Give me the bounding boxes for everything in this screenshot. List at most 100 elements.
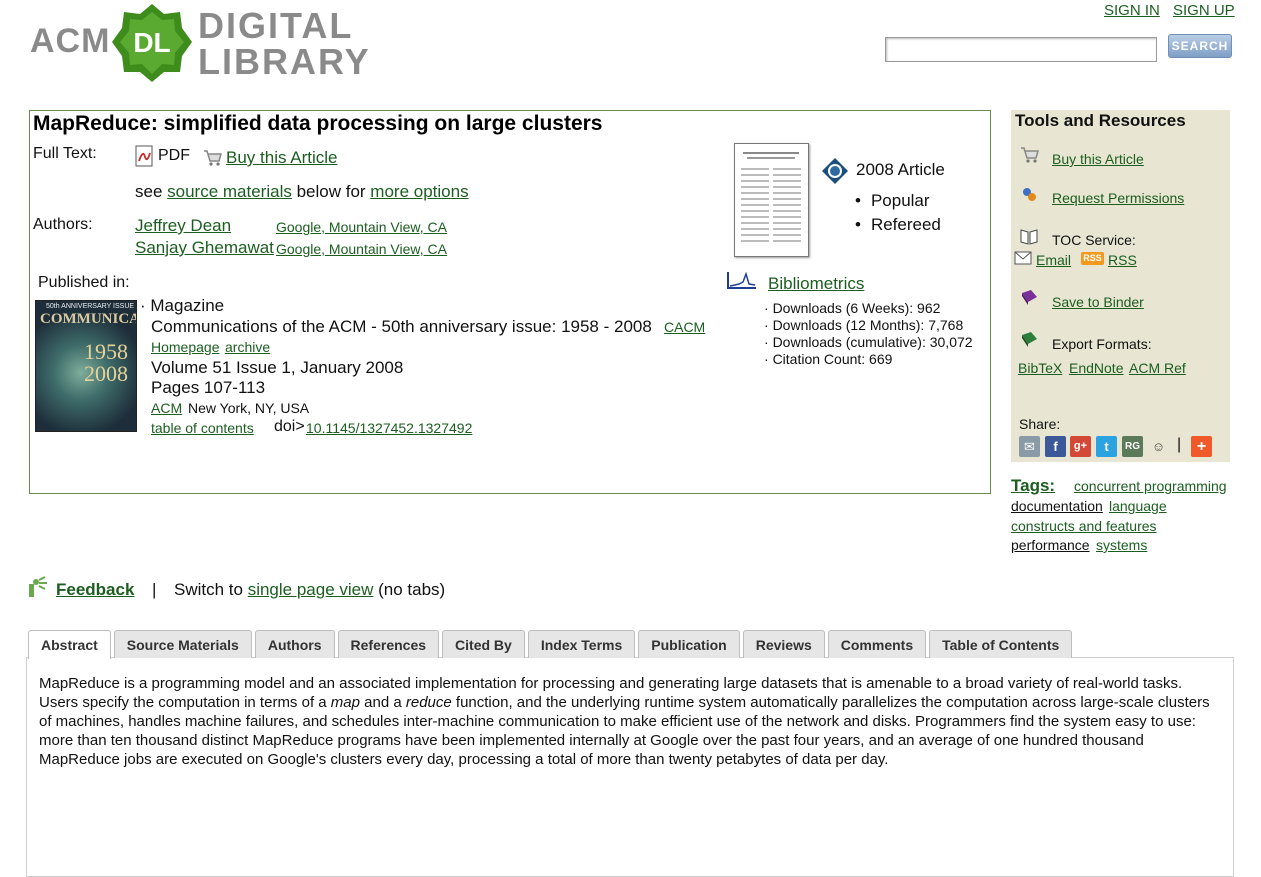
request-permissions-link[interactable]: Request Permissions — [1052, 190, 1184, 206]
homepage-link[interactable]: Homepage — [151, 339, 220, 355]
tab-index-terms[interactable]: Index Terms — [527, 630, 636, 658]
tag-link[interactable]: concurrent programming — [1074, 478, 1227, 494]
sign-up-link[interactable]: SIGN UP — [1173, 2, 1235, 19]
cacm-link[interactable]: CACM — [664, 319, 705, 335]
acm-diamond-icon — [822, 158, 848, 184]
buy-article-link[interactable]: Buy this Article — [203, 148, 338, 168]
thumbnail-line — [773, 180, 801, 182]
rss-icon: RSS — [1081, 252, 1104, 265]
thumbnail-line — [773, 228, 801, 230]
cover-years-text: 1958 2008 — [84, 339, 128, 386]
publisher-link[interactable]: ACM — [151, 400, 182, 416]
search-button[interactable]: SEARCH — [1168, 34, 1232, 58]
article-thumbnail[interactable] — [734, 143, 809, 257]
downloads-cumulative: Downloads (cumulative): 30,072 — [764, 334, 973, 350]
author-affiliation-link[interactable]: Google, Mountain View, CA — [276, 219, 447, 235]
more-options-link[interactable]: more options — [370, 182, 468, 201]
thumbnail-line — [741, 240, 769, 242]
author-link[interactable]: Jeffrey Dean — [135, 216, 231, 236]
thumbnail-line — [741, 192, 769, 194]
table-of-contents-link[interactable]: table of contents — [151, 420, 254, 436]
export-endnote-link[interactable]: EndNote — [1069, 360, 1123, 376]
abstract-part: and a — [359, 694, 406, 711]
save-to-binder-link[interactable]: Save to Binder — [1052, 294, 1144, 310]
cover-top-text: 50th ANNIVERSARY ISSUE — [46, 303, 135, 310]
tag-link[interactable]: systems — [1096, 537, 1147, 553]
toc-rss-link[interactable]: RSS — [1108, 252, 1137, 268]
dl-gem-icon: DL — [112, 4, 192, 82]
tab-bar: Abstract Source Materials Authors Refere… — [28, 630, 1073, 659]
tag-link[interactable]: constructs and features — [1011, 518, 1157, 534]
share-reddit-icon[interactable]: ☺ — [1148, 436, 1169, 457]
export-formats-label: Export Formats: — [1052, 336, 1152, 352]
thumbnail-line — [741, 222, 769, 224]
tab-reviews[interactable]: Reviews — [742, 630, 825, 658]
magazine-type-text: Magazine — [150, 296, 225, 315]
logo-acm-text: ACM — [30, 22, 111, 60]
thumbnail-line — [773, 234, 801, 236]
abstract-text: MapReduce is a programming model and an … — [39, 674, 1224, 769]
share-email-icon[interactable]: ✉ — [1019, 436, 1040, 457]
share-twitter-icon[interactable]: t — [1096, 436, 1117, 457]
author-affiliation-link[interactable]: Google, Mountain View, CA — [276, 241, 447, 257]
share-more-icon[interactable]: + — [1191, 436, 1212, 457]
buy-article-label[interactable]: Buy this Article — [226, 148, 338, 168]
thumbnail-line — [773, 204, 801, 206]
export-acmref-link[interactable]: ACM Ref — [1129, 360, 1186, 376]
doi-link[interactable]: 10.1145/1327452.1327492 — [306, 420, 472, 436]
logo-dl-text: DL — [133, 27, 170, 58]
published-in-label: Published in: — [38, 274, 130, 291]
tag-link[interactable]: documentation — [1011, 498, 1103, 514]
switch-suffix-text: (no tabs) — [373, 580, 446, 599]
tab-abstract[interactable]: Abstract — [28, 630, 111, 659]
share-facebook-icon[interactable]: f — [1045, 436, 1066, 457]
tab-authors[interactable]: Authors — [254, 630, 335, 658]
toc-email-link[interactable]: Email — [1036, 252, 1071, 268]
pdf-link[interactable]: PDF — [135, 145, 190, 167]
magazine-cover-image[interactable]: 50th ANNIVERSARY ISSUE COMMUNICATIONS 19… — [35, 300, 137, 432]
tab-references[interactable]: References — [337, 630, 440, 658]
acm-dl-logo[interactable]: ACM DL DIGITAL LIBRARY — [30, 2, 375, 84]
feedback-link[interactable]: Feedback — [56, 580, 134, 600]
share-googleplus-icon[interactable]: g+ — [1070, 436, 1091, 457]
single-page-view-link[interactable]: single page view — [248, 580, 374, 599]
tab-cited-by[interactable]: Cited By — [442, 630, 525, 658]
citation-count: Citation Count: 669 — [764, 351, 893, 367]
export-bibtex-link[interactable]: BibTeX — [1018, 360, 1062, 376]
doi-label: doi> — [274, 418, 305, 435]
tools-buy-article-link[interactable]: Buy this Article — [1052, 151, 1144, 167]
share-label: Share: — [1019, 416, 1061, 432]
export-icon — [1022, 332, 1037, 347]
thumbnail-line — [773, 174, 801, 176]
archive-link[interactable]: archive — [225, 339, 270, 355]
search-input[interactable] — [885, 37, 1157, 62]
thumbnail-line — [743, 152, 799, 154]
see-prefix-text: see — [135, 182, 168, 201]
sign-in-link[interactable]: SIGN IN — [1104, 2, 1160, 19]
thumbnail-line — [741, 210, 769, 212]
magazine-title: Communications of the ACM - 50th anniver… — [151, 317, 652, 336]
tags-label[interactable]: Tags: — [1011, 476, 1055, 496]
pdf-label: PDF — [158, 147, 190, 164]
authors-label: Authors: — [33, 216, 93, 233]
logo-dl-wordmark: DIGITAL LIBRARY — [198, 8, 371, 80]
thumbnail-line — [741, 180, 769, 182]
tab-table-of-contents[interactable]: Table of Contents — [929, 630, 1073, 658]
thumbnail-line — [747, 157, 795, 159]
tab-source-materials[interactable]: Source Materials — [113, 630, 252, 658]
thumbnail-line — [773, 216, 801, 218]
tag-link[interactable]: performance — [1011, 537, 1090, 553]
tab-comments[interactable]: Comments — [827, 630, 927, 658]
author-link[interactable]: Sanjay Ghemawat — [135, 238, 274, 258]
thumbnail-line — [741, 174, 769, 176]
share-researchgate-icon[interactable]: RG — [1122, 436, 1143, 457]
volume-issue: Volume 51 Issue 1, January 2008 — [151, 358, 404, 377]
tag-link[interactable]: language — [1109, 498, 1167, 514]
below-for-text: below for — [291, 182, 371, 201]
email-icon — [1014, 251, 1032, 265]
source-materials-link[interactable]: source materials — [167, 182, 292, 201]
tab-publication[interactable]: Publication — [638, 630, 740, 658]
bibliometrics-link[interactable]: Bibliometrics — [768, 274, 864, 294]
abstract-emphasis: map — [330, 694, 360, 711]
thumbnail-line — [773, 240, 801, 242]
